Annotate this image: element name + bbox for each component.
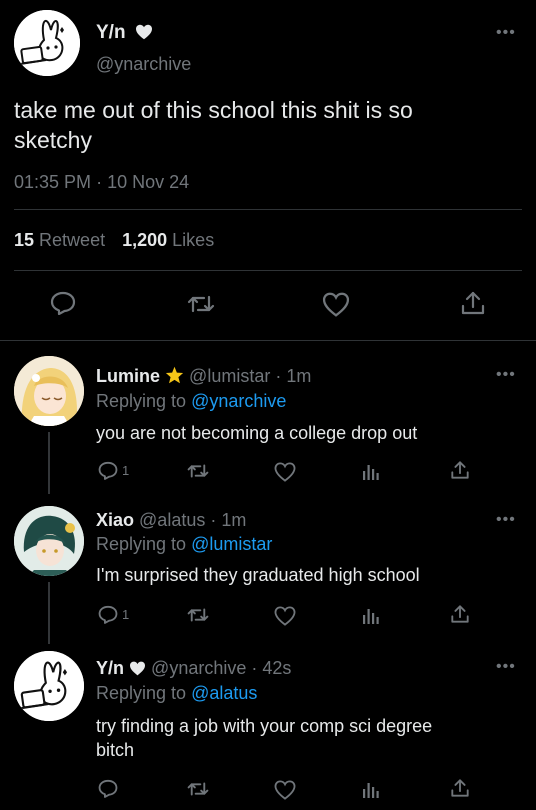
display-name-text: Y/n bbox=[96, 22, 126, 43]
reply-display-name[interactable]: Y/n bbox=[96, 658, 124, 678]
replying-to-link[interactable]: @ynarchive bbox=[191, 391, 286, 411]
retweet-icon[interactable] bbox=[187, 606, 209, 624]
share-icon[interactable] bbox=[460, 290, 486, 316]
bunny-avatar-icon bbox=[14, 651, 84, 721]
analytics-icon[interactable] bbox=[362, 606, 380, 624]
tweet-text-line: take me out of this school this shit is … bbox=[14, 97, 413, 123]
thread-line bbox=[48, 582, 50, 644]
avatar[interactable] bbox=[14, 356, 84, 426]
reply-count: 1 bbox=[122, 463, 130, 478]
share-icon[interactable] bbox=[450, 778, 470, 798]
like-icon[interactable] bbox=[322, 292, 350, 317]
thread-line bbox=[48, 432, 50, 494]
analytics-icon[interactable] bbox=[362, 462, 380, 480]
like-icon[interactable] bbox=[274, 780, 296, 800]
likes-count: 1,200 bbox=[122, 230, 168, 250]
retweets-count: 15 bbox=[14, 230, 35, 250]
likes-stat[interactable]: 1,200 Likes bbox=[122, 230, 214, 250]
display-name[interactable]: Y/n bbox=[96, 22, 153, 46]
replying-to-label: Replying to bbox=[96, 391, 187, 411]
like-icon[interactable] bbox=[274, 462, 296, 482]
avatar[interactable] bbox=[14, 651, 84, 721]
divider bbox=[0, 340, 536, 341]
divider bbox=[14, 209, 522, 210]
reply-handle[interactable]: @lumistar bbox=[189, 366, 270, 386]
reply-handle[interactable]: @ynarchive bbox=[151, 658, 246, 678]
heart-badge-icon bbox=[129, 660, 146, 681]
heart-badge-icon bbox=[135, 24, 153, 46]
share-icon[interactable] bbox=[450, 460, 470, 480]
reply-time: · 1m bbox=[210, 510, 247, 530]
replying-to-label: Replying to bbox=[96, 534, 187, 554]
reply-display-name[interactable]: Xiao bbox=[96, 510, 134, 530]
replying-to-link[interactable]: @lumistar bbox=[191, 534, 272, 554]
reply-display-name[interactable]: Lumine bbox=[96, 366, 160, 386]
reply-icon[interactable] bbox=[98, 605, 118, 624]
share-icon[interactable] bbox=[450, 604, 470, 624]
lumine-avatar-icon bbox=[14, 356, 84, 426]
reply-icon[interactable] bbox=[50, 291, 76, 315]
likes-label: Likes bbox=[172, 230, 215, 250]
retweet-icon[interactable] bbox=[187, 462, 209, 480]
more-options-icon[interactable]: ••• bbox=[496, 512, 516, 528]
tweet-text-line: sketchy bbox=[14, 127, 92, 153]
replying-to-label: Replying to bbox=[96, 683, 187, 703]
more-options-icon[interactable]: ••• bbox=[496, 659, 516, 675]
analytics-icon[interactable] bbox=[362, 780, 380, 798]
like-icon[interactable] bbox=[274, 606, 296, 626]
more-options-icon[interactable]: ••• bbox=[496, 25, 516, 41]
reply-text-line: try finding a job with your comp sci deg… bbox=[96, 716, 433, 736]
reply-icon[interactable] bbox=[98, 461, 118, 480]
retweet-icon[interactable] bbox=[187, 780, 209, 798]
reply-text: I'm surprised they graduated high school bbox=[96, 565, 420, 585]
separator-dot: · bbox=[96, 172, 103, 192]
reply-text-line: bitch bbox=[96, 740, 135, 760]
reply-header: Lumine @lumistar · 1m bbox=[96, 366, 311, 389]
tweet-date: 10 Nov 24 bbox=[107, 172, 190, 192]
more-options-icon[interactable]: ••• bbox=[496, 367, 516, 383]
xiao-avatar-icon bbox=[14, 506, 84, 576]
avatar[interactable] bbox=[14, 506, 84, 576]
bunny-avatar-icon bbox=[14, 10, 80, 76]
reply-text: you are not becoming a college drop out bbox=[96, 423, 418, 443]
replying-to: Replying to @ynarchive bbox=[96, 391, 286, 412]
tweet-time: 01:35 PM bbox=[14, 172, 92, 192]
reply-handle[interactable]: @alatus bbox=[139, 510, 205, 530]
reply-header: Y/n @ynarchive · 42s bbox=[96, 658, 291, 681]
retweets-label: Retweet bbox=[39, 230, 106, 250]
reply-time: · 42s bbox=[251, 658, 292, 678]
retweet-icon[interactable] bbox=[187, 293, 215, 315]
engagement-stats: 15 Retweet 1,200 Likes bbox=[14, 230, 214, 251]
reply-count: 1 bbox=[122, 607, 130, 622]
reply-header: Xiao @alatus · 1m bbox=[96, 510, 246, 531]
reply-text: try finding a job with your comp sci deg… bbox=[96, 714, 432, 762]
tweet-text: take me out of this school this shit is … bbox=[14, 95, 413, 155]
handle[interactable]: @ynarchive bbox=[96, 54, 191, 75]
star-icon bbox=[165, 366, 184, 389]
reply-icon[interactable] bbox=[98, 779, 118, 798]
timestamp: 01:35 PM · 10 Nov 24 bbox=[14, 172, 189, 193]
replying-to: Replying to @alatus bbox=[96, 683, 257, 704]
replying-to: Replying to @lumistar bbox=[96, 534, 272, 555]
divider bbox=[14, 270, 522, 271]
reply-time: · 1m bbox=[275, 366, 312, 386]
replying-to-link[interactable]: @alatus bbox=[191, 683, 257, 703]
retweets-stat[interactable]: 15 Retweet bbox=[14, 230, 110, 250]
avatar[interactable] bbox=[14, 10, 80, 76]
